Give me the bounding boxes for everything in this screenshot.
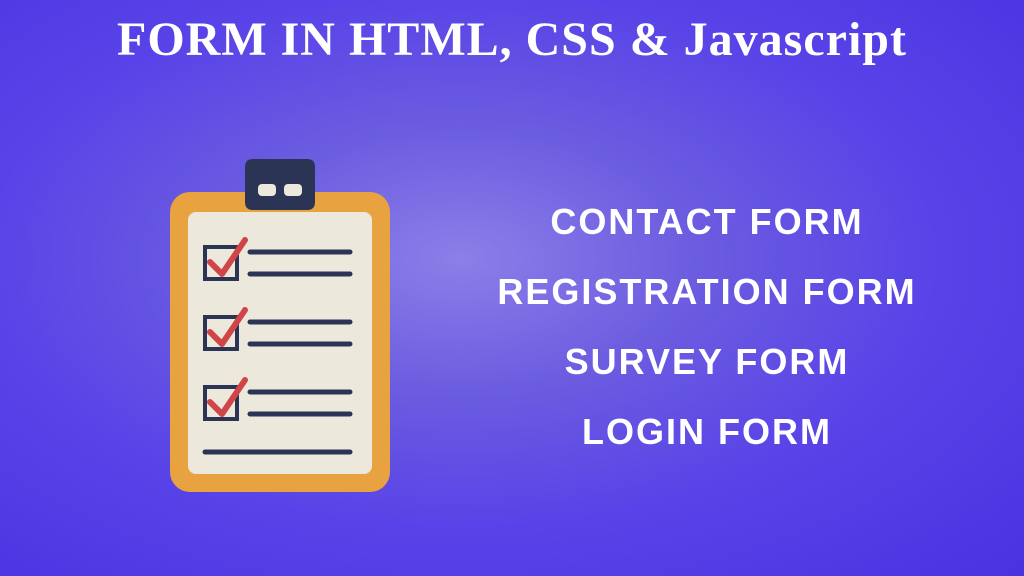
list-item-contact: Contact Form bbox=[550, 201, 863, 243]
list-item-login: Login Form bbox=[582, 411, 832, 453]
clipboard-icon bbox=[150, 152, 410, 502]
content-area: Contact Form Registration Form Survey Fo… bbox=[0, 67, 1024, 547]
list-item-survey: Survey Form bbox=[565, 341, 850, 383]
form-types-list: Contact Form Registration Form Survey Fo… bbox=[410, 201, 944, 453]
page-title: FORM IN HTML, CSS & Javascript bbox=[0, 0, 1024, 67]
list-item-registration: Registration Form bbox=[497, 271, 916, 313]
